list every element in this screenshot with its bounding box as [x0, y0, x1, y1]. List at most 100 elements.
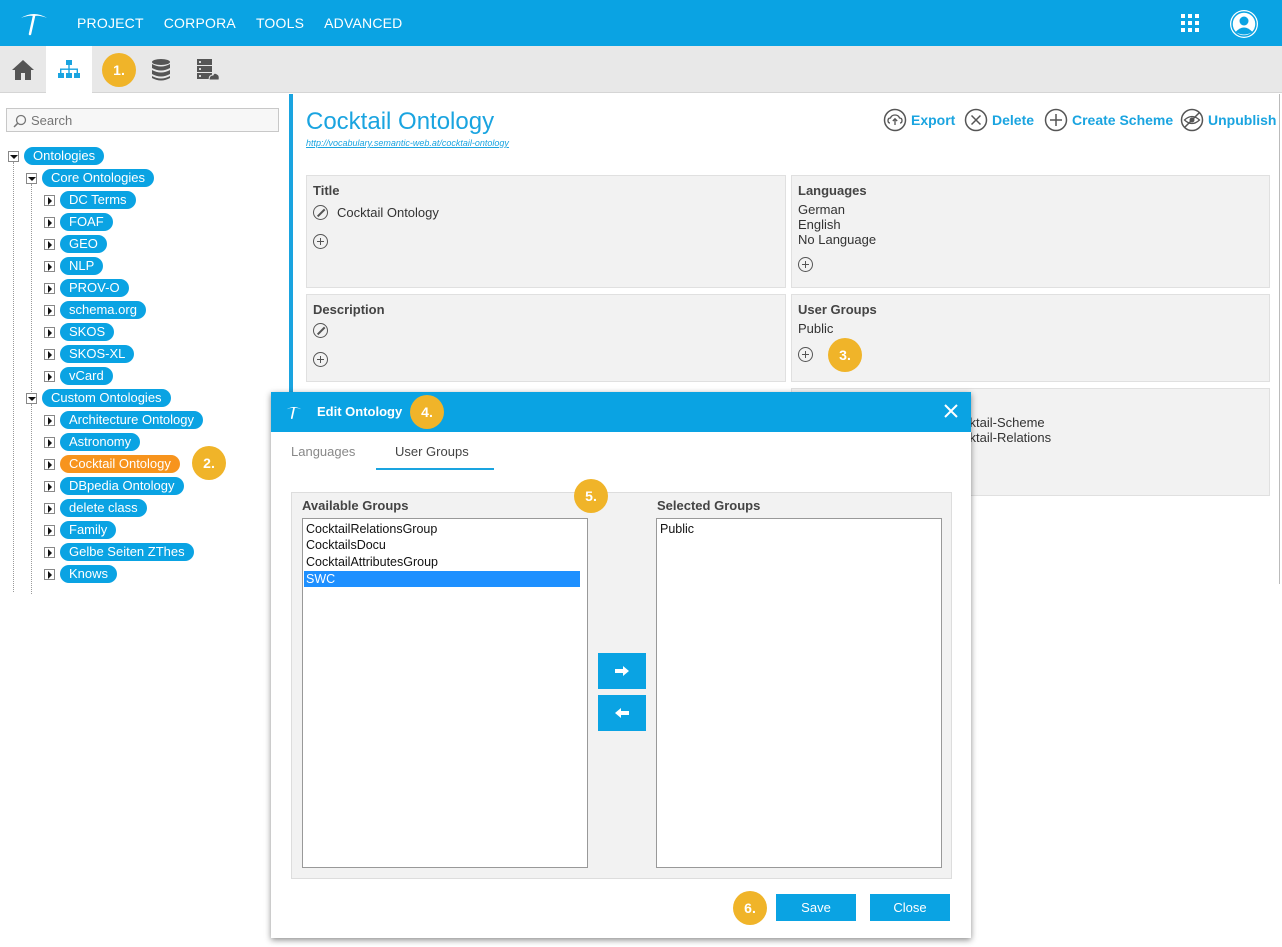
home-button[interactable]	[0, 46, 46, 93]
list-item[interactable]: CocktailsDocu	[304, 537, 580, 553]
expand-toggle-icon[interactable]	[44, 282, 55, 294]
save-button[interactable]: Save	[776, 894, 856, 921]
available-groups-list[interactable]: CocktailRelationsGroup CocktailsDocu Coc…	[302, 518, 588, 868]
expand-toggle-icon[interactable]	[44, 480, 55, 492]
tree-node-architecture-ontology[interactable]: Architecture Ontology	[44, 411, 204, 429]
close-icon[interactable]	[943, 403, 959, 419]
tree-node-label[interactable]: GEO	[60, 235, 107, 253]
tree-node-label[interactable]: SKOS	[60, 323, 115, 341]
expand-toggle-icon[interactable]	[44, 326, 55, 338]
hierarchy-button[interactable]	[46, 46, 92, 93]
move-left-button[interactable]	[598, 695, 646, 731]
tree-node-label[interactable]: DBpedia Ontology	[60, 477, 184, 495]
collapse-toggle-icon[interactable]	[26, 172, 37, 184]
tree-node-label[interactable]: Astronomy	[60, 433, 141, 451]
user-icon[interactable]	[1230, 10, 1258, 38]
search-input[interactable]	[31, 111, 271, 129]
tree-node-delete-class[interactable]: delete class	[44, 499, 147, 517]
ontology-uri-link[interactable]: http://vocabulary.semantic-web.at/cockta…	[306, 138, 509, 148]
tree-node-label[interactable]: schema.org	[60, 301, 146, 319]
list-item-selected[interactable]: SWC	[304, 571, 580, 587]
database-button[interactable]	[138, 46, 184, 93]
scheme-item[interactable]: cktail-Relations	[963, 430, 1051, 445]
tree-node-prov-o[interactable]: PROV-O	[44, 279, 129, 297]
expand-toggle-icon[interactable]	[44, 524, 55, 536]
tree-node-core-ontologies[interactable]: Core Ontologies	[26, 169, 154, 187]
search-box[interactable]	[6, 108, 279, 132]
tree-node-dc-terms[interactable]: DC Terms	[44, 191, 136, 209]
poolparty-logo-icon[interactable]	[18, 9, 50, 37]
expand-toggle-icon[interactable]	[44, 348, 55, 360]
nav-advanced[interactable]: ADVANCED	[324, 15, 402, 31]
export-button[interactable]: Export	[883, 108, 955, 132]
tree-node-skos-xl[interactable]: SKOS-XL	[44, 345, 135, 363]
add-description-icon[interactable]	[313, 352, 328, 367]
tree-node-label[interactable]: delete class	[60, 499, 147, 517]
expand-toggle-icon[interactable]	[44, 502, 55, 514]
edit-icon[interactable]	[313, 205, 328, 220]
tree-node-label[interactable]: Gelbe Seiten ZThes	[60, 543, 194, 561]
expand-toggle-icon[interactable]	[44, 238, 55, 250]
collapse-toggle-icon[interactable]	[26, 392, 37, 404]
server-button[interactable]	[184, 46, 230, 93]
apps-grid-icon[interactable]	[1181, 14, 1199, 32]
expand-toggle-icon[interactable]	[44, 546, 55, 558]
tree-node-knows[interactable]: Knows	[44, 565, 118, 583]
tree-node-label[interactable]: Ontologies	[24, 147, 105, 165]
tree-node-label[interactable]: SKOS-XL	[60, 345, 135, 363]
nav-tools[interactable]: TOOLS	[256, 15, 304, 31]
edit-icon[interactable]	[313, 323, 328, 338]
expand-toggle-icon[interactable]	[44, 194, 55, 206]
list-item[interactable]: CocktailRelationsGroup	[304, 521, 580, 537]
tree-node-nlp[interactable]: NLP	[44, 257, 104, 275]
tree-node-ontologies[interactable]: Ontologies	[8, 147, 105, 165]
delete-button[interactable]: Delete	[964, 108, 1034, 132]
move-right-button[interactable]	[598, 653, 646, 689]
tree-node-label-selected[interactable]: Cocktail Ontology	[60, 455, 180, 473]
tree-node-schema-org[interactable]: schema.org	[44, 301, 146, 319]
tree-node-label[interactable]: vCard	[60, 367, 113, 385]
tree-node-label[interactable]: Family	[60, 521, 117, 539]
tree-node-vcard[interactable]: vCard	[44, 367, 113, 385]
expand-toggle-icon[interactable]	[44, 304, 55, 316]
unpublish-button[interactable]: Unpublish	[1180, 108, 1276, 132]
selected-groups-list[interactable]: Public	[656, 518, 942, 868]
expand-toggle-icon[interactable]	[44, 260, 55, 272]
expand-toggle-icon[interactable]	[44, 414, 55, 426]
tree-node-foaf[interactable]: FOAF	[44, 213, 113, 231]
tree-node-label[interactable]: NLP	[60, 257, 104, 275]
tree-node-label[interactable]: Architecture Ontology	[60, 411, 204, 429]
expand-toggle-icon[interactable]	[44, 458, 55, 470]
tree-node-family[interactable]: Family	[44, 521, 117, 539]
expand-toggle-icon[interactable]	[44, 370, 55, 382]
tree-node-label[interactable]: Core Ontologies	[42, 169, 154, 187]
tree-node-custom-ontologies[interactable]: Custom Ontologies	[26, 389, 171, 407]
tab-languages[interactable]: Languages	[291, 444, 355, 459]
tree-node-geo[interactable]: GEO	[44, 235, 107, 253]
tree-node-gelbe-seiten-zthes[interactable]: Gelbe Seiten ZThes	[44, 543, 194, 561]
expand-toggle-icon[interactable]	[44, 436, 55, 448]
tree-node-label[interactable]: PROV-O	[60, 279, 129, 297]
close-button[interactable]: Close	[870, 894, 950, 921]
expand-toggle-icon[interactable]	[44, 568, 55, 580]
tree-node-astronomy[interactable]: Astronomy	[44, 433, 141, 451]
expand-toggle-icon[interactable]	[44, 216, 55, 228]
tree-node-label[interactable]: DC Terms	[60, 191, 136, 209]
list-item[interactable]: Public	[658, 521, 934, 537]
tree-node-skos[interactable]: SKOS	[44, 323, 115, 341]
tree-node-label[interactable]: Knows	[60, 565, 118, 583]
tab-user-groups[interactable]: User Groups	[395, 444, 469, 459]
list-item[interactable]: CocktailAttributesGroup	[304, 554, 580, 570]
nav-corpora[interactable]: CORPORA	[164, 15, 236, 31]
nav-project[interactable]: PROJECT	[77, 15, 144, 31]
add-title-icon[interactable]	[313, 234, 328, 249]
add-user-group-icon[interactable]	[798, 347, 813, 362]
tree-node-label[interactable]: Custom Ontologies	[42, 389, 171, 407]
tree-node-dbpedia-ontology[interactable]: DBpedia Ontology	[44, 477, 184, 495]
scheme-item[interactable]: cktail-Scheme	[963, 415, 1045, 430]
tree-node-cocktail-ontology[interactable]: Cocktail Ontology	[44, 455, 180, 473]
add-language-icon[interactable]	[798, 257, 813, 272]
tree-node-label[interactable]: FOAF	[60, 213, 113, 231]
create-scheme-button[interactable]: Create Scheme	[1044, 108, 1173, 132]
collapse-toggle-icon[interactable]	[8, 150, 19, 162]
